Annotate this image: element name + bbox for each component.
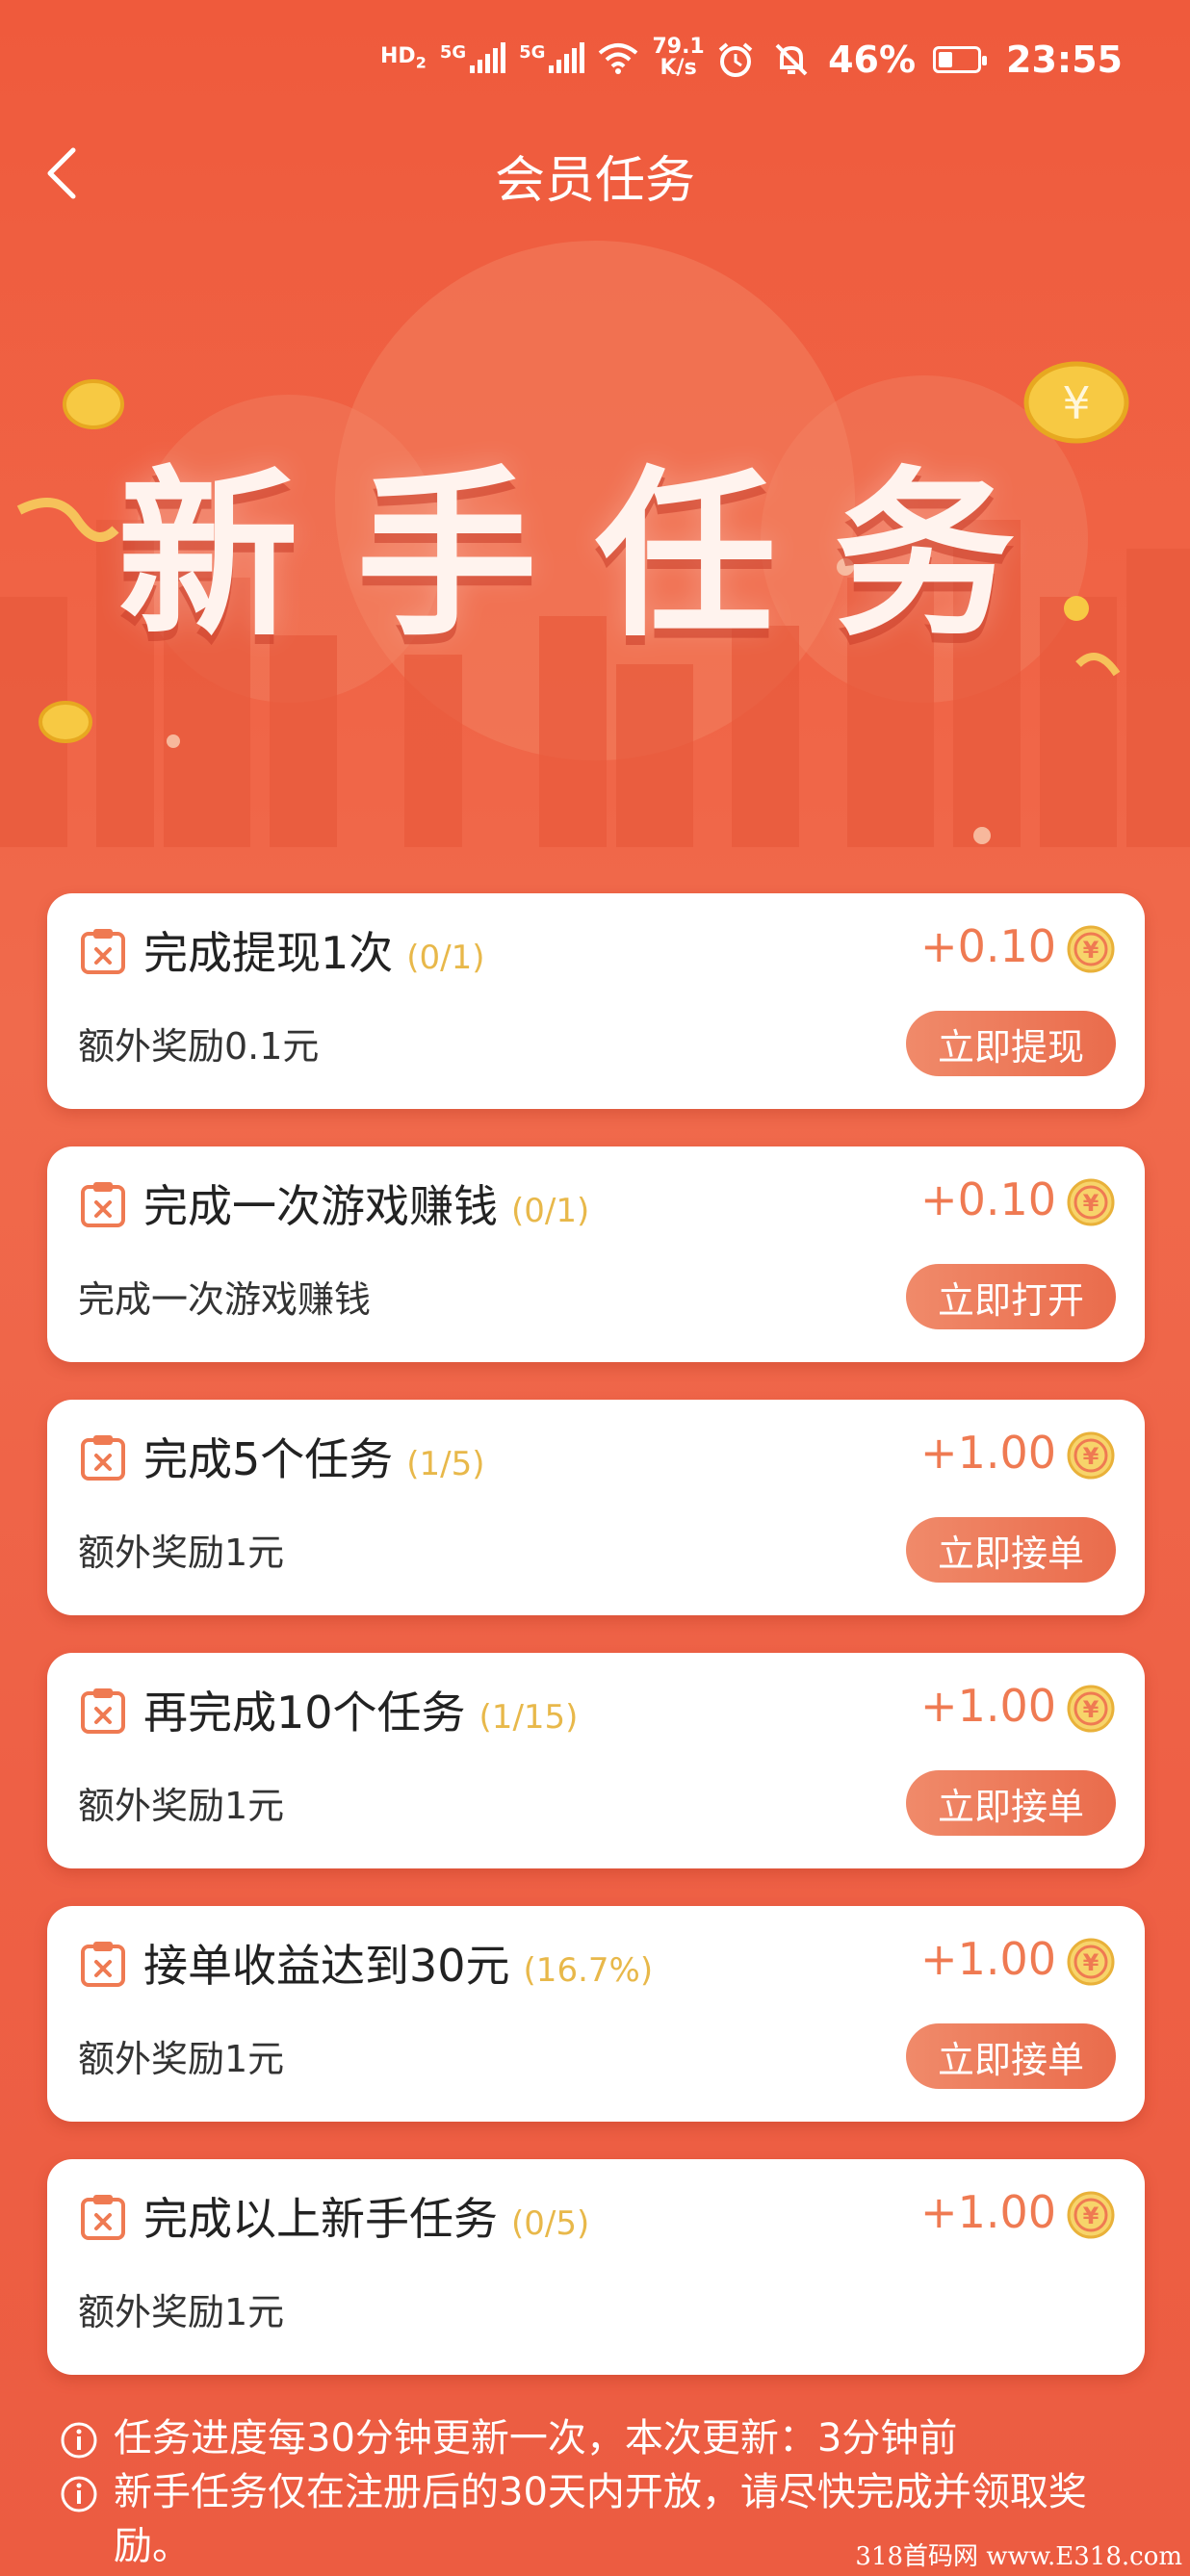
- task-card: 再完成10个任务 (1/15) +1.00 ¥ 额外奖励1元 立即接单: [47, 1653, 1145, 1868]
- note-update: 任务进度每30分钟更新一次，本次更新：3分钟前: [60, 2411, 1138, 2465]
- task-clipboard-icon: [81, 1688, 125, 1734]
- sim1-signal: 5G: [440, 42, 506, 73]
- svg-text:¥: ¥: [1083, 1696, 1099, 1723]
- info-icon: [61, 2422, 97, 2459]
- task-title: 完成以上新手任务 (0/5): [143, 2193, 590, 2245]
- net-speed: 79.1 K/s: [652, 35, 705, 80]
- status-left: HD2 5G 5G 79.1 K/s: [380, 37, 705, 79]
- coin-icon: ¥: [1067, 1938, 1115, 1986]
- task-clipboard-icon: [81, 1942, 125, 1987]
- task-description: 完成一次游戏赚钱: [78, 1278, 372, 1321]
- task-title: 完成一次游戏赚钱 (0/1): [143, 1180, 590, 1232]
- svg-text:¥: ¥: [1083, 1443, 1099, 1470]
- battery-icon: [933, 46, 988, 73]
- wifi-icon: [599, 43, 638, 74]
- sim2-signal: 5G: [519, 42, 585, 73]
- hero-banner: ¥ 新手任务: [0, 231, 1190, 847]
- task-progress: (1/15): [479, 1698, 579, 1737]
- info-icon: [61, 2476, 97, 2512]
- task-progress: (0/5): [511, 2204, 590, 2243]
- task-action-button[interactable]: 立即接单: [906, 2023, 1116, 2089]
- coin-icon: ¥: [1067, 2191, 1115, 2239]
- task-description: 额外奖励1元: [78, 1785, 285, 1827]
- task-progress: (1/5): [406, 1445, 485, 1483]
- svg-text:¥: ¥: [1083, 2202, 1099, 2229]
- task-description: 额外奖励1元: [78, 1532, 285, 1574]
- task-title: 完成5个任务 (1/5): [143, 1433, 485, 1485]
- task-reward: +0.10: [920, 1173, 1056, 1225]
- coin-icon: ¥: [1067, 1178, 1115, 1226]
- signal-icon: [549, 42, 585, 73]
- svg-text:¥: ¥: [1083, 937, 1099, 964]
- hero-title: 新手任务: [117, 451, 1073, 661]
- battery-percent: 46%: [828, 39, 917, 81]
- task-title: 再完成10个任务 (1/15): [143, 1687, 579, 1739]
- task-card: 接单收益达到30元 (16.7%) +1.00 ¥ 额外奖励1元 立即接单: [47, 1906, 1145, 2122]
- nav-header: 会员任务: [0, 111, 1190, 236]
- task-card: 完成提现1次 (0/1) +0.10 ¥ 额外奖励0.1元 立即提现: [47, 893, 1145, 1109]
- task-card: 完成一次游戏赚钱 (0/1) +0.10 ¥ 完成一次游戏赚钱 立即打开: [47, 1146, 1145, 1362]
- page-title: 会员任务: [494, 152, 695, 210]
- coin-icon: ¥: [1067, 1431, 1115, 1480]
- status-bar: HD2 5G 5G 79.1 K/s 46% 23:55: [0, 0, 1190, 106]
- svg-text:¥: ¥: [1083, 1190, 1099, 1217]
- task-progress: (0/1): [406, 939, 485, 977]
- coin-icon: ¥: [1067, 925, 1115, 973]
- task-clipboard-icon: [81, 1435, 125, 1481]
- mute-bell-icon: [775, 43, 808, 76]
- task-action-button[interactable]: 立即打开: [906, 1264, 1116, 1329]
- task-description: 额外奖励1元: [78, 2291, 285, 2333]
- svg-text:¥: ¥: [1083, 1949, 1099, 1976]
- watermark: 318首码网 www.E318.com: [855, 2542, 1182, 2571]
- alarm-icon: [718, 42, 753, 77]
- signal-icon: [470, 42, 506, 73]
- task-reward: +1.00: [920, 2186, 1056, 2238]
- task-title: 完成提现1次 (0/1): [143, 927, 485, 979]
- task-clipboard-icon: [81, 2195, 125, 2240]
- task-clipboard-icon: [81, 1182, 125, 1227]
- coin-icon: ¥: [1067, 1685, 1115, 1733]
- task-description: 额外奖励0.1元: [78, 1025, 320, 1068]
- status-right: 46% 23:55: [716, 39, 1123, 81]
- task-card: 完成以上新手任务 (0/5) +1.00 ¥ 额外奖励1元: [47, 2159, 1145, 2375]
- task-action-button[interactable]: 立即接单: [906, 1517, 1116, 1583]
- task-reward: +1.00: [920, 1680, 1056, 1732]
- task-progress: (0/1): [511, 1192, 590, 1230]
- task-reward: +1.00: [920, 1427, 1056, 1479]
- task-title: 接单收益达到30元 (16.7%): [143, 1940, 654, 1992]
- clock: 23:55: [1006, 39, 1123, 81]
- task-action-button[interactable]: 立即接单: [906, 1770, 1116, 1836]
- task-clipboard-icon: [81, 929, 125, 974]
- task-reward: +1.00: [920, 1933, 1056, 1985]
- task-card: 完成5个任务 (1/5) +1.00 ¥ 额外奖励1元 立即接单: [47, 1400, 1145, 1615]
- task-progress: (16.7%): [523, 1951, 654, 1990]
- hd-indicator: HD2: [380, 43, 427, 72]
- task-reward: +0.10: [920, 920, 1056, 972]
- task-description: 额外奖励1元: [78, 2038, 285, 2080]
- task-action-button[interactable]: 立即提现: [906, 1011, 1116, 1076]
